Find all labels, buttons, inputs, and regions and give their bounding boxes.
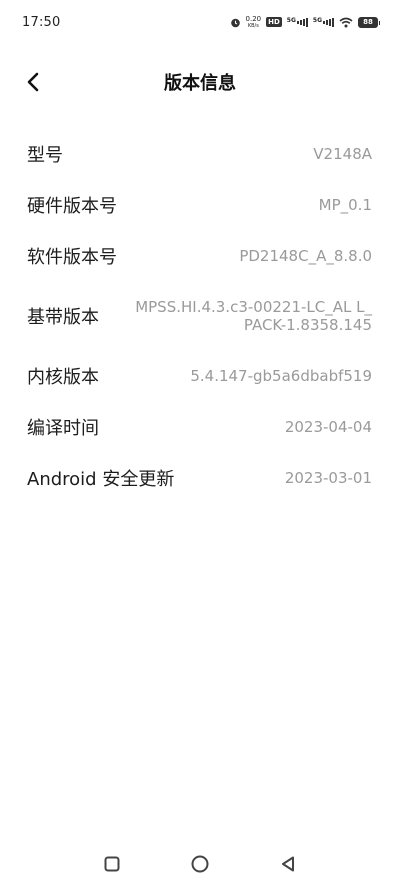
- sim1-label: 5G: [286, 17, 296, 24]
- status-bar: 17:50 0.20 KB/s HD 5G 5G 88: [0, 0, 400, 44]
- info-value: V2148A: [313, 144, 372, 163]
- info-row-security-update: Android 安全更新 2023-03-01: [0, 452, 400, 503]
- back-button[interactable]: [20, 69, 46, 95]
- info-label: 内核版本: [27, 366, 99, 388]
- wifi-icon: [339, 17, 353, 28]
- version-info-screen: 17:50 0.20 KB/s HD 5G 5G 88 版本信息 型号 V214…: [0, 0, 400, 888]
- net-speed-unit: KB/s: [247, 22, 259, 29]
- info-value: 2023-04-04: [284, 417, 372, 436]
- status-time: 17:50: [22, 14, 61, 30]
- app-header: 版本信息: [0, 56, 400, 108]
- info-label: 软件版本号: [27, 246, 117, 268]
- status-icons: 0.20 KB/s HD 5G 5G 88: [230, 14, 380, 29]
- info-row-model: 型号 V2148A: [0, 128, 400, 179]
- info-value: PD2148C_A_8.8.0: [239, 246, 372, 265]
- sim2-label: 5G: [312, 17, 322, 24]
- net-speed-value: 0.20: [245, 14, 262, 23]
- nav-back-button[interactable]: [275, 851, 301, 877]
- recents-button[interactable]: [99, 851, 125, 877]
- net-speed: 0.20 KB/s: [245, 14, 262, 29]
- hd-badge: HD: [266, 17, 282, 27]
- battery-level: 88: [363, 18, 373, 26]
- info-row-kernel-version: 内核版本 5.4.147-gb5a6dbabf519: [0, 350, 400, 401]
- alarm-icon: [230, 17, 241, 28]
- sim1-signal-icon: 5G: [287, 17, 308, 27]
- info-label: 硬件版本号: [27, 195, 117, 217]
- info-value: 2023-03-01: [284, 468, 372, 487]
- battery-icon: 88: [358, 16, 380, 28]
- sim2-signal-icon: 5G: [313, 17, 334, 27]
- page-title: 版本信息: [164, 73, 236, 94]
- home-button[interactable]: [187, 851, 213, 877]
- info-label: 编译时间: [27, 417, 99, 439]
- info-label: Android 安全更新: [27, 468, 175, 490]
- navigation-bar: [0, 840, 400, 888]
- info-row-build-time: 编译时间 2023-04-04: [0, 401, 400, 452]
- info-value: MP_0.1: [318, 195, 372, 214]
- info-row-software-version: 软件版本号 PD2148C_A_8.8.0: [0, 230, 400, 281]
- circle-icon: [191, 855, 209, 873]
- info-row-baseband-version: 基带版本 MPSS.HI.4.3.c3-00221-LC_AL L_PACK-1…: [0, 281, 400, 350]
- chevron-left-icon: [27, 72, 39, 92]
- info-list: 型号 V2148A 硬件版本号 MP_0.1 软件版本号 PD2148C_A_8…: [0, 128, 400, 503]
- info-value: MPSS.HI.4.3.c3-00221-LC_AL L_PACK-1.8358…: [135, 297, 372, 334]
- triangle-left-icon: [282, 856, 294, 872]
- info-value: 5.4.147-gb5a6dbabf519: [190, 366, 372, 385]
- info-label: 型号: [27, 144, 63, 166]
- info-row-hardware-version: 硬件版本号 MP_0.1: [0, 179, 400, 230]
- square-icon: [104, 856, 120, 872]
- info-label: 基带版本: [27, 306, 99, 328]
